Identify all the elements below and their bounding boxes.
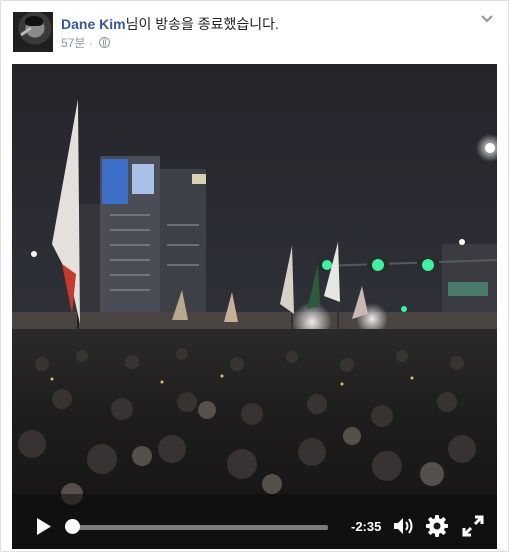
video-player[interactable]: -2:35: [12, 64, 497, 549]
post-card: Dane Kim님이 방송을 종료했습니다. 57분 · -2:35: [0, 0, 509, 552]
progress-handle[interactable]: [64, 519, 80, 534]
chevron-down-icon[interactable]: [480, 12, 494, 26]
video-controls: -2:35: [12, 504, 497, 549]
author-name-link[interactable]: Dane Kim: [61, 16, 126, 32]
volume-icon[interactable]: [393, 516, 415, 536]
meta-separator: ·: [88, 36, 93, 50]
remaining-time: -2:35: [351, 519, 382, 534]
play-icon[interactable]: [36, 517, 52, 536]
post-action-text: 님이 방송을 종료했습니다.: [125, 16, 279, 32]
post-title: Dane Kim님이 방송을 종료했습니다.: [61, 14, 279, 34]
post-header: Dane Kim님이 방송을 종료했습니다. 57분 ·: [13, 12, 496, 52]
post-meta: 57분 ·: [61, 34, 111, 51]
post-timestamp[interactable]: 57분: [61, 36, 85, 50]
progress-bar[interactable]: [70, 525, 328, 530]
globe-icon: [99, 37, 111, 48]
video-frame: [12, 64, 497, 549]
gear-icon[interactable]: [426, 515, 448, 537]
avatar[interactable]: [13, 12, 53, 52]
fullscreen-icon[interactable]: [462, 515, 484, 537]
